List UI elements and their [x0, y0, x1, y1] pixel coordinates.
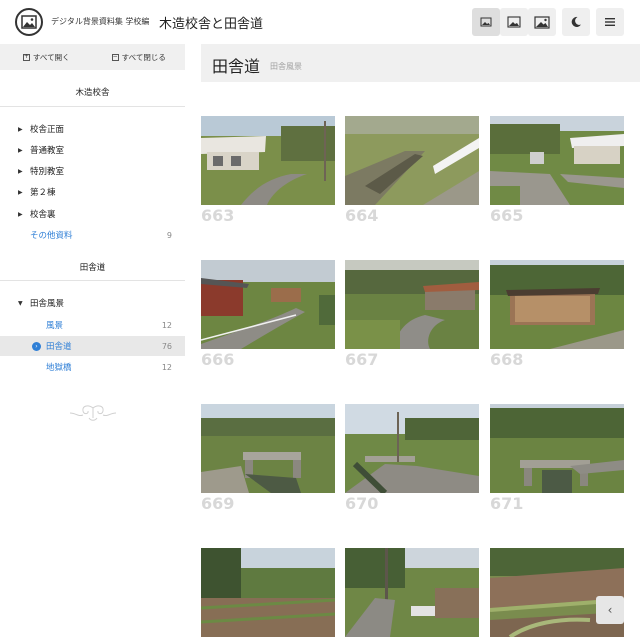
menu-button[interactable] [596, 8, 624, 36]
page-heading: 木造校舎と田舎道 [159, 17, 264, 32]
photo-card[interactable] [490, 548, 624, 639]
dark-mode-button[interactable] [562, 8, 590, 36]
caret-right-icon: ▶ [18, 210, 23, 218]
item-count: 76 [161, 341, 172, 351]
photo-thumbnail[interactable] [201, 116, 335, 205]
photo-card[interactable] [201, 548, 335, 639]
photo-card[interactable]: 666 [201, 260, 335, 369]
sidebar: + すべて開く − すべて閉じる 木造校舎 ▶ 校舎正面 ▶ 普通教室 ▶ 特別… [0, 44, 185, 640]
divider [0, 106, 185, 107]
sidebar-item-building-2[interactable]: ▶ 第２棟 [0, 182, 185, 202]
app-header: デジタル背景資料集 学校編 木造校舎と田舎道 [0, 0, 640, 44]
caret-right-icon: ▶ [18, 146, 23, 154]
sidebar-item-other-materials[interactable]: その他資料 9 [0, 225, 185, 245]
sidebar-subitem-scenery[interactable]: 風景 12 [0, 315, 185, 335]
photo-number: 666 [201, 350, 235, 369]
photo-number: 671 [490, 494, 524, 513]
photo-thumbnail[interactable] [345, 260, 479, 349]
small-image-size-icon [480, 17, 492, 27]
photo-thumbnail[interactable] [345, 404, 479, 493]
sidebar-item-label: 特別教室 [30, 167, 65, 177]
photo-card[interactable]: 669 [201, 404, 335, 513]
expand-all-button[interactable]: + すべて開く [0, 44, 93, 70]
chevron-right-circle-icon: › [32, 341, 41, 351]
small-image-size-button[interactable] [472, 8, 500, 36]
collapse-all-button[interactable]: − すべて閉じる [93, 44, 186, 70]
photo-number: 670 [345, 494, 379, 513]
collapse-all-label: すべて閉じる [121, 52, 166, 62]
photo-thumbnail[interactable] [490, 404, 624, 493]
sidebar-item-label: 第２棟 [30, 188, 56, 198]
section-title-wooden-school: 木造校舎 [75, 88, 110, 98]
photo-number: 664 [345, 206, 379, 225]
caret-right-icon: ▶ [18, 167, 23, 175]
sidebar-item-label: 田舎道 [46, 342, 72, 352]
site-title[interactable]: デジタル背景資料集 学校編 [51, 16, 149, 27]
sidebar-item-classroom[interactable]: ▶ 普通教室 [0, 140, 185, 160]
section-title-country-road: 田舎道 [79, 263, 106, 273]
item-count: 9 [166, 230, 172, 240]
photo-number: 665 [490, 206, 524, 225]
photo-number: 669 [201, 494, 235, 513]
photo-thumbnail[interactable] [345, 548, 479, 637]
ornament-divider-icon [69, 405, 117, 421]
category-breadcrumb[interactable]: 田舎風景 [270, 61, 302, 72]
photo-number: 668 [490, 350, 524, 369]
item-count: 12 [161, 320, 172, 330]
sidebar-item-label: 地獄橋 [46, 363, 72, 373]
sidebar-item-label: 校舎正面 [30, 125, 65, 135]
category-title: 田舎道 [212, 57, 261, 76]
sidebar-subitem-country-road[interactable]: › 田舎道 76 [0, 336, 185, 356]
photo-thumbnail[interactable] [201, 548, 335, 637]
minus-box-icon: − [111, 53, 119, 61]
menu-icon [605, 18, 615, 26]
sidebar-item-label: その他資料 [30, 231, 73, 241]
photo-number: 663 [201, 206, 235, 225]
sidebar-item-school-front[interactable]: ▶ 校舎正面 [0, 119, 185, 139]
site-logo-icon[interactable] [15, 8, 43, 36]
photo-card[interactable]: 663 [201, 116, 335, 225]
expand-collapse-bar: + すべて開く − すべて閉じる [0, 44, 185, 70]
sidebar-item-school-back[interactable]: ▶ 校舎裏 [0, 204, 185, 224]
photo-card[interactable]: 671 [490, 404, 624, 513]
photo-card[interactable]: 668 [490, 260, 624, 369]
caret-down-icon: ▼ [18, 299, 23, 307]
sidebar-item-label: 校舎裏 [30, 210, 56, 220]
photo-card[interactable]: 667 [345, 260, 479, 369]
large-image-size-icon [534, 15, 550, 29]
photo-card[interactable]: 670 [345, 404, 479, 513]
scroll-back-button[interactable]: ‹ [596, 596, 624, 624]
photo-card[interactable]: 664 [345, 116, 479, 225]
sidebar-item-countryside[interactable]: ▼ 田舎風景 [0, 293, 185, 313]
photo-number: 667 [345, 350, 379, 369]
photo-thumbnail[interactable] [490, 260, 624, 349]
photo-thumbnail[interactable] [345, 116, 479, 205]
chevron-left-icon: ‹ [607, 603, 613, 617]
caret-right-icon: ▶ [18, 125, 23, 133]
sidebar-item-label: 田舎風景 [30, 299, 65, 309]
divider [0, 280, 185, 281]
caret-right-icon: ▶ [18, 188, 23, 196]
sidebar-subitem-hell-bridge[interactable]: 地獄橋 12 [0, 357, 185, 377]
plus-box-icon: + [22, 53, 30, 61]
photo-card[interactable]: 665 [490, 116, 624, 225]
photo-thumbnail[interactable] [201, 260, 335, 349]
medium-image-size-icon [507, 16, 521, 28]
expand-all-label: すべて開く [32, 52, 70, 62]
category-title-bar: 田舎道 田舎風景 [201, 44, 640, 82]
large-image-size-button[interactable] [528, 8, 556, 36]
photo-thumbnail[interactable] [490, 116, 624, 205]
photo-card[interactable] [345, 548, 479, 639]
item-count: 12 [161, 362, 172, 372]
sidebar-item-label: 普通教室 [30, 146, 65, 156]
sidebar-item-special-classroom[interactable]: ▶ 特別教室 [0, 161, 185, 181]
photo-thumbnail[interactable] [201, 404, 335, 493]
sidebar-item-label: 風景 [46, 321, 64, 331]
moon-icon [571, 16, 581, 27]
medium-image-size-button[interactable] [500, 8, 528, 36]
